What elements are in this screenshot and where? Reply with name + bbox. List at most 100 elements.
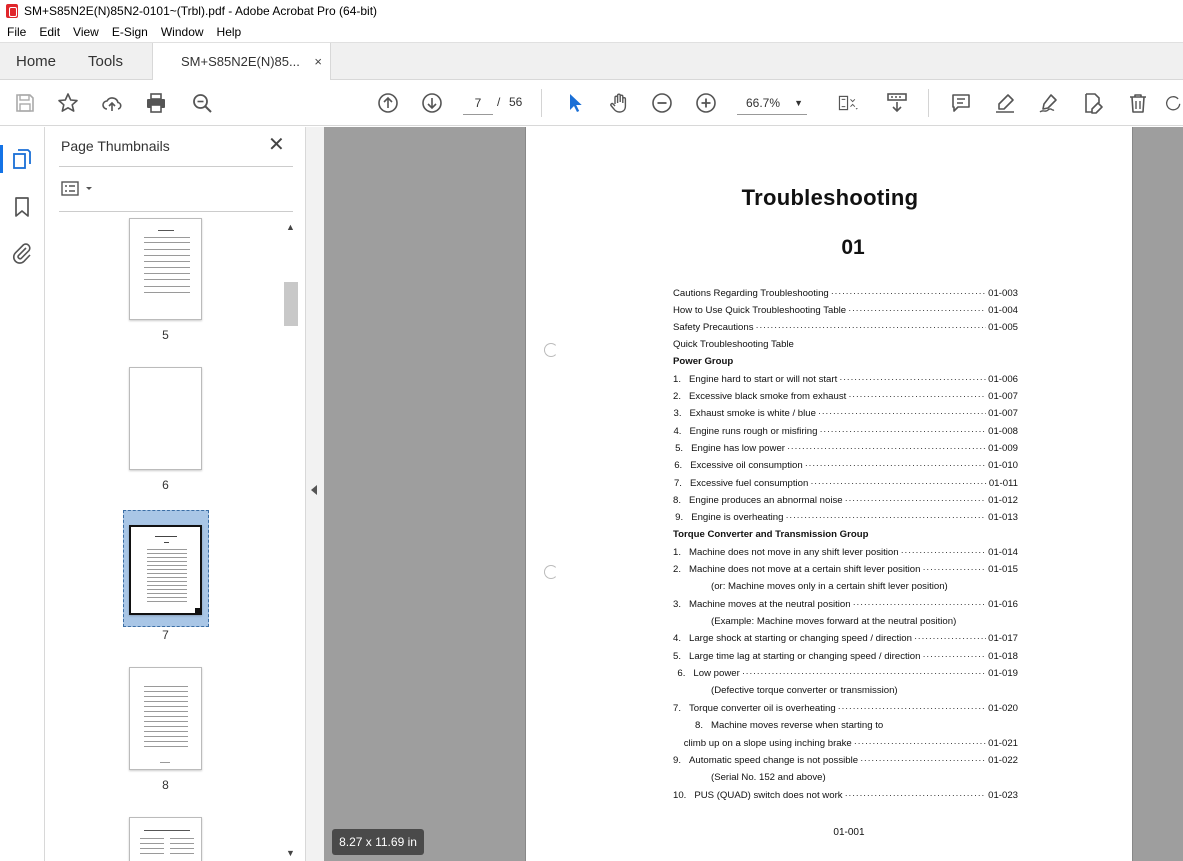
toc-page-number: 01-023 <box>988 790 1018 801</box>
select-arrow-icon[interactable] <box>563 91 587 115</box>
delete-icon[interactable] <box>1126 91 1150 115</box>
menu-esign[interactable]: E-Sign <box>105 25 154 39</box>
toc-entry: (Example: Machine moves forward at the n… <box>673 616 1018 627</box>
page-number-input[interactable] <box>463 91 493 115</box>
toc-dot-leader <box>901 547 987 558</box>
tab-document-label: SM+S85N2E(N)85... <box>181 54 300 69</box>
attachment-icon[interactable] <box>10 241 34 265</box>
tab-tools[interactable]: Tools <box>88 43 123 80</box>
toc-entry: 7. Excessive fuel consumption 01-011 <box>673 478 1018 489</box>
toc-entry-number: 7. <box>673 703 682 714</box>
menu-bar: File Edit View E-Sign Window Help <box>0 22 1183 42</box>
toc-entry-text: climb up on a slope using inching brake <box>683 738 852 749</box>
toc-entry: 8. Machine moves reverse when starting to <box>673 720 1018 731</box>
toc-entry: 9. Engine is overheating 01-013 <box>673 512 1018 523</box>
print-icon[interactable] <box>144 91 168 115</box>
page-thumbnail[interactable] <box>129 367 202 470</box>
edit-pdf-icon[interactable] <box>1081 91 1105 115</box>
menu-edit[interactable]: Edit <box>32 25 66 39</box>
toc-page-number: 01-020 <box>988 703 1018 714</box>
toc-entry-text: Excessive fuel consumption <box>689 478 809 489</box>
zoom-select[interactable]: 66.7% ▼ <box>737 91 807 115</box>
menu-file[interactable]: File <box>0 25 32 39</box>
comment-icon[interactable] <box>949 91 973 115</box>
page-thumbnail[interactable] <box>129 817 202 861</box>
thumbnail-options-button[interactable] <box>61 180 97 198</box>
save-icon[interactable] <box>13 91 37 115</box>
toc-entry-number: 4. <box>673 633 682 644</box>
toc-entry-number: 3. <box>673 408 682 419</box>
toc-entry: Safety Precautions 01-005 <box>673 322 1018 333</box>
scroll-mode-icon[interactable] <box>885 91 909 115</box>
toc-page-number: 01-005 <box>988 322 1018 333</box>
document-view[interactable]: Troubleshooting 01 Cautions Regarding Tr… <box>324 127 1183 861</box>
hand-icon[interactable] <box>607 91 631 115</box>
sign-icon[interactable] <box>1037 91 1061 115</box>
toc-dot-leader <box>848 391 986 402</box>
zoom-in-icon[interactable] <box>694 91 718 115</box>
scroll-up-icon[interactable]: ▲ <box>286 222 295 232</box>
toc-dot-leader <box>756 322 987 333</box>
bookmark-icon[interactable] <box>10 195 34 219</box>
toc-entry: (Serial No. 152 and above) <box>673 772 1018 783</box>
page-thumbnail[interactable] <box>129 218 202 320</box>
toc-entry: 9. Automatic speed change is not possible… <box>673 755 1018 766</box>
page-down-icon[interactable] <box>420 91 444 115</box>
close-icon[interactable]: ✕ <box>268 135 285 155</box>
page-up-icon[interactable] <box>376 91 400 115</box>
thumbnail-label: 6 <box>162 478 169 492</box>
toc-dot-leader <box>848 305 986 316</box>
toc-entry-text: Engine produces an abnormal noise <box>689 495 843 506</box>
window-title: SM+S85N2E(N)85N2-0101~(Trbl).pdf - Adobe… <box>24 4 378 18</box>
scroll-down-icon[interactable]: ▼ <box>286 848 295 858</box>
toc-entry-text: Low power <box>693 668 740 679</box>
toc-entry: 3. Exhaust smoke is white / blue 01-007 <box>673 408 1018 419</box>
acrobat-icon <box>6 4 18 18</box>
toc-entry-text: Excessive black smoke from exhaust <box>689 391 847 402</box>
tab-close-icon[interactable]: × <box>314 43 322 80</box>
panel-collapse-strip[interactable] <box>306 127 324 861</box>
menu-help[interactable]: Help <box>210 25 248 39</box>
thumbnail-label: 7 <box>162 628 169 642</box>
page-fit-icon[interactable] <box>834 91 864 115</box>
tab-bar: Home Tools SM+S85N2E(N)85... × <box>0 42 1183 81</box>
thumbnail-label: 5 <box>162 328 169 342</box>
rotate-icon[interactable] <box>1165 91 1183 115</box>
scrollbar-thumb[interactable] <box>284 282 298 326</box>
toc-dot-leader <box>922 651 986 662</box>
zoom-search-icon[interactable] <box>190 91 214 115</box>
toolbar-separator <box>928 89 929 117</box>
collapse-arrow-icon[interactable] <box>311 485 317 495</box>
page-thumbnails-icon[interactable] <box>10 147 34 171</box>
toc-entry: 8. Engine produces an abnormal noise 01-01… <box>673 495 1018 506</box>
toc-entry-text: Large time lag at starting or changing s… <box>689 651 921 662</box>
toc-dot-leader <box>785 512 986 523</box>
menu-view[interactable]: View <box>66 25 105 39</box>
toc-entry-text: Machine does not move in any shift lever… <box>689 547 899 558</box>
page-thumbnail[interactable] <box>129 667 202 770</box>
toc-entry-text: Large shock at starting or changing spee… <box>689 633 912 644</box>
total-pages: 56 <box>509 95 523 109</box>
active-indicator <box>0 145 3 173</box>
toc-entry: Cautions Regarding Troubleshooting 01-003 <box>673 288 1018 299</box>
document-title: Troubleshooting <box>741 185 919 210</box>
toc-entry-text: Excessive oil consumption <box>690 460 803 471</box>
page-thumbnail-selected[interactable] <box>129 525 202 615</box>
tab-home[interactable]: Home <box>16 43 56 80</box>
toc-dot-leader <box>853 599 987 610</box>
upload-icon[interactable] <box>100 91 124 115</box>
thumbnails-scrollbar[interactable]: ▲ ▼ <box>283 222 299 858</box>
toolbar-separator <box>541 89 542 117</box>
toc-entry: 7. Torque converter oil is overheating 01-… <box>673 703 1018 714</box>
toc-page-number: 01-013 <box>988 512 1018 523</box>
toc-entry-number: 5. <box>675 443 684 454</box>
star-icon[interactable] <box>56 91 80 115</box>
tab-document[interactable]: SM+S85N2E(N)85... × <box>152 43 331 81</box>
toc-entry: climb up on a slope using inching brake 0… <box>673 738 1018 749</box>
toc-dot-leader <box>838 703 986 714</box>
highlight-icon[interactable] <box>993 91 1017 115</box>
toc-entry: 4. Large shock at starting or changing sp… <box>673 633 1018 644</box>
menu-window[interactable]: Window <box>154 25 210 39</box>
toc-dot-leader <box>819 426 986 437</box>
zoom-out-icon[interactable] <box>650 91 674 115</box>
